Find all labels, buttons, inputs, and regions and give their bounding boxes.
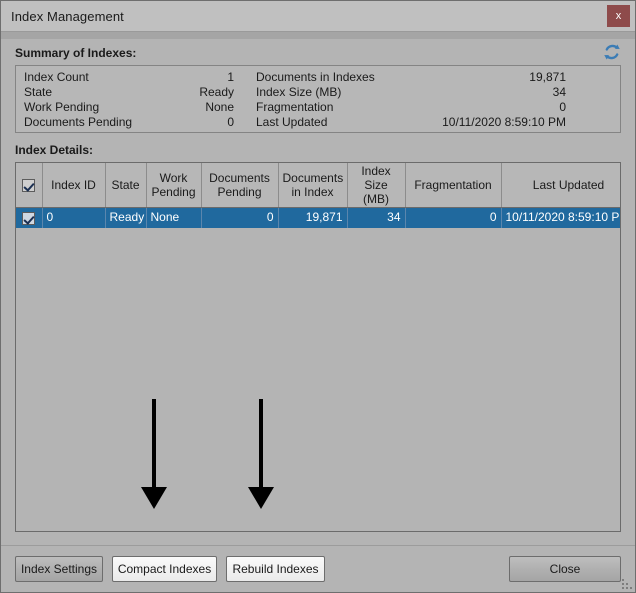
column-header-index-size[interactable]: Index Size (MB) bbox=[347, 163, 406, 208]
summary-section: Summary of Indexes: Index Count 1 Docume… bbox=[15, 39, 621, 133]
summary-label-last-updated: Last Updated bbox=[256, 115, 328, 129]
index-management-window: Index Management x Summary of Indexes: I… bbox=[0, 0, 636, 593]
summary-value-documents-in-indexes: 19,871 bbox=[529, 70, 566, 84]
summary-gap bbox=[234, 115, 256, 130]
compact-indexes-button[interactable]: Compact Indexes bbox=[112, 556, 217, 582]
column-header-documents-in-index[interactable]: Documents in Index bbox=[278, 163, 348, 208]
summary-label-fragmentation: Fragmentation bbox=[256, 100, 334, 114]
index-details-table: Index ID State Work Pending Documents Pe… bbox=[16, 163, 620, 228]
table-row[interactable]: 0 Ready None 0 19,871 34 0 10/11/2020 8:… bbox=[16, 207, 620, 228]
select-all-checkbox[interactable] bbox=[22, 179, 36, 193]
summary-grid: Index Count 1 Documents in Indexes 19,87… bbox=[24, 70, 614, 130]
summary-value-documents-pending: 0 bbox=[227, 115, 234, 129]
summary-label-index-size: Index Size (MB) bbox=[256, 85, 342, 99]
rebuild-indexes-button[interactable]: Rebuild Indexes bbox=[226, 556, 325, 582]
close-icon: x bbox=[615, 10, 622, 22]
summary-gap bbox=[234, 85, 256, 100]
window-close-button[interactable]: x bbox=[607, 5, 630, 27]
row-select-cell[interactable] bbox=[16, 207, 43, 228]
summary-label-work-pending: Work Pending bbox=[24, 100, 100, 114]
column-header-index-id[interactable]: Index ID bbox=[42, 163, 106, 208]
column-header-documents-pending[interactable]: Documents Pending bbox=[201, 163, 279, 208]
refresh-icon[interactable] bbox=[603, 43, 621, 61]
column-header-select-all[interactable] bbox=[16, 163, 43, 208]
table-header-row: Index ID State Work Pending Documents Pe… bbox=[16, 163, 620, 208]
summary-value-last-updated: 10/11/2020 8:59:10 PM bbox=[442, 115, 566, 129]
summary-value-work-pending: None bbox=[205, 100, 234, 114]
summary-label-documents-in-indexes: Documents in Indexes bbox=[256, 70, 375, 84]
index-settings-button[interactable]: Index Settings bbox=[15, 556, 103, 582]
summary-panel: Index Count 1 Documents in Indexes 19,87… bbox=[15, 65, 621, 133]
summary-gap bbox=[234, 100, 256, 115]
cell-state: Ready bbox=[105, 207, 147, 228]
cell-work-pending: None bbox=[146, 207, 202, 228]
summary-value-index-count: 1 bbox=[227, 70, 234, 84]
cell-last-updated: 10/11/2020 8:59:10 PM bbox=[501, 207, 620, 228]
cell-documents-in-index: 19,871 bbox=[278, 207, 348, 228]
cell-fragmentation: 0 bbox=[405, 207, 502, 228]
column-header-fragmentation[interactable]: Fragmentation bbox=[405, 163, 502, 208]
summary-value-state: Ready bbox=[199, 85, 234, 99]
cell-index-id: 0 bbox=[42, 207, 106, 228]
summary-heading: Summary of Indexes: bbox=[15, 46, 137, 60]
column-header-work-pending[interactable]: Work Pending bbox=[146, 163, 202, 208]
title-bar-shadow-strip bbox=[1, 32, 635, 39]
cell-index-size: 34 bbox=[347, 207, 406, 228]
index-details-grid: Index ID State Work Pending Documents Pe… bbox=[15, 162, 621, 532]
window-title: Index Management bbox=[11, 8, 124, 24]
resize-grip[interactable] bbox=[620, 577, 632, 589]
summary-gap bbox=[234, 70, 256, 85]
close-button[interactable]: Close bbox=[509, 556, 621, 582]
summary-label-documents-pending: Documents Pending bbox=[24, 115, 133, 129]
summary-value-index-size: 34 bbox=[552, 85, 566, 99]
dialog-button-bar: Index Settings Compact Indexes Rebuild I… bbox=[1, 545, 635, 592]
row-checkbox[interactable] bbox=[22, 211, 36, 225]
title-bar: Index Management x bbox=[1, 1, 635, 32]
dialog-content: Summary of Indexes: Index Count 1 Docume… bbox=[1, 39, 635, 545]
column-header-last-updated[interactable]: Last Updated bbox=[501, 163, 620, 208]
details-heading: Index Details: bbox=[15, 143, 94, 157]
summary-value-fragmentation: 0 bbox=[559, 100, 566, 114]
cell-documents-pending: 0 bbox=[201, 207, 279, 228]
summary-label-index-count: Index Count bbox=[24, 70, 89, 84]
column-header-state[interactable]: State bbox=[105, 163, 147, 208]
summary-label-state: State bbox=[24, 85, 53, 99]
